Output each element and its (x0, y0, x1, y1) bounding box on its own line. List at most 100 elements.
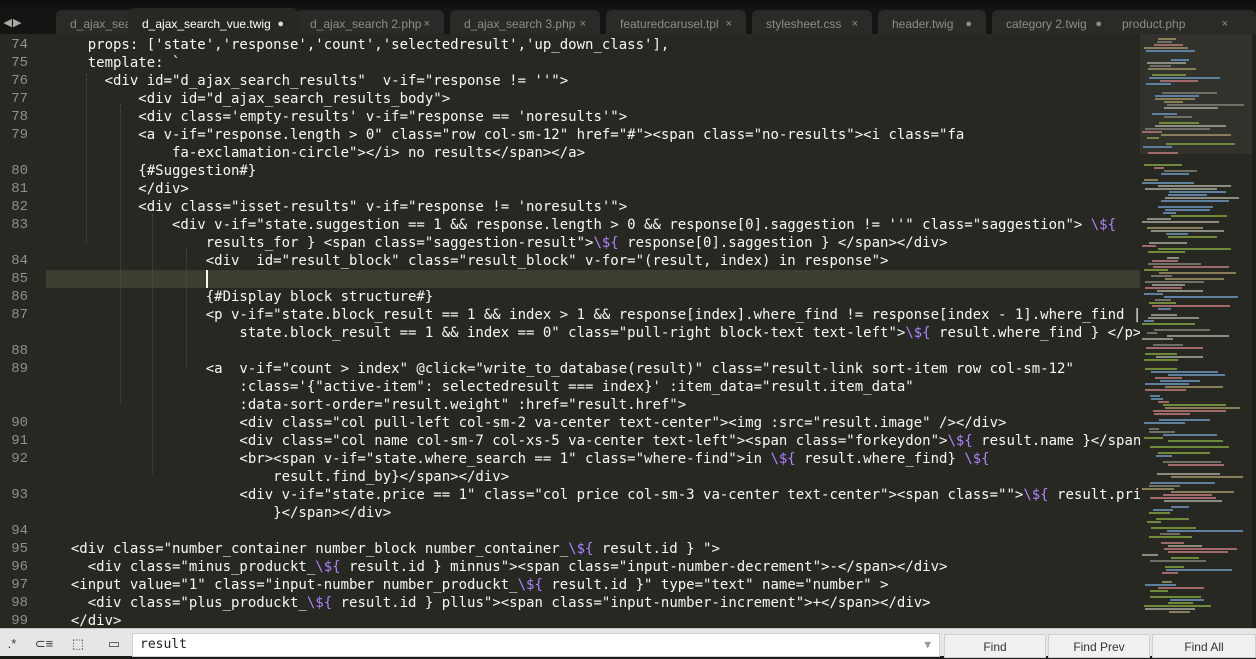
minimap-line (1163, 434, 1217, 436)
minimap-line (1164, 296, 1238, 298)
code-line[interactable]: {#Suggestion#} (54, 162, 256, 180)
minimap-line (1157, 473, 1220, 475)
code-editor[interactable]: 74 75 76 77 78 79 80 81 82 83 84 85 86 87 88 89 90 91 92 93… (0, 34, 1140, 628)
minimap-line (1157, 290, 1203, 292)
minimap-line (1144, 269, 1168, 271)
minimap-line (1144, 293, 1163, 295)
code-line[interactable]: <div class="col name col-sm-7 col-xs-5 v… (54, 432, 1140, 450)
indent-guide (86, 74, 88, 244)
code-line[interactable]: <div v-if="state.suggestion == 1 && resp… (54, 216, 1116, 234)
code-line[interactable]: template: ` (54, 54, 181, 72)
minimap-line (1142, 488, 1174, 490)
find-all-button[interactable]: Find All (1152, 634, 1256, 658)
code-line[interactable]: {#Display block structure#} (54, 288, 434, 306)
wrap-toggle-icon[interactable]: ⊂≡ (32, 634, 56, 654)
minimap-line (1142, 131, 1162, 133)
minimap-line (1158, 248, 1231, 250)
regex-toggle-icon[interactable]: .* (0, 634, 24, 654)
code-line[interactable]: <br><span v-if="state.where_search == 1"… (54, 450, 989, 468)
vertical-scrollbar[interactable] (1252, 34, 1256, 628)
line-number: 78 (11, 109, 28, 125)
minimap-line (1161, 200, 1229, 202)
code-line[interactable]: fa-exclamation-circle"></i> no results</… (54, 144, 585, 162)
code-token: result.id } "> (593, 541, 720, 557)
minimap-line (1168, 194, 1207, 196)
code-line[interactable]: :class='{"active-item": selectedresult =… (54, 378, 913, 396)
line-number: 84 (11, 253, 28, 269)
code-line[interactable]: results_for } <span class="saggestion-re… (54, 234, 948, 252)
minimap-line (1162, 572, 1178, 574)
code-line[interactable]: <input value="1" class="input-number num… (54, 576, 889, 594)
highlight-matches-toggle-icon[interactable]: ▭ (102, 634, 126, 654)
code-token: response[0].saggestion } </span></div> (618, 235, 948, 251)
minimap-line (1166, 233, 1188, 235)
minimap-line (1171, 557, 1199, 559)
find-prev-button[interactable]: Find Prev (1048, 634, 1150, 658)
minimap-line (1145, 584, 1176, 586)
minimap-line (1164, 116, 1192, 118)
minimap-line (1168, 545, 1202, 547)
minimap-line (1155, 98, 1195, 100)
code-line[interactable]: <div id="d_ajax_search_results_body"> (54, 90, 450, 108)
minimap-line (1150, 395, 1160, 397)
find-button[interactable]: Find (944, 634, 1046, 658)
minimap-line (1153, 509, 1173, 511)
find-input[interactable]: result ▼ (132, 633, 940, 657)
code-line[interactable]: <div class="minus_produckt_\${ result.id… (54, 558, 948, 576)
indent-guide (186, 248, 188, 368)
code-line[interactable]: <p v-if="state.block_result == 1 && inde… (54, 306, 1140, 324)
code-line[interactable]: <a v-if="response.length > 0" class="row… (54, 126, 964, 144)
minimap-line (1148, 152, 1178, 154)
minimap-line (1145, 368, 1177, 370)
code-line[interactable]: <div id="d_ajax_search_results" v-if="re… (54, 72, 569, 90)
minimap-line (1155, 95, 1199, 97)
minimap-line (1165, 197, 1239, 199)
minimap-line (1142, 221, 1219, 223)
line-number: 91 (11, 433, 28, 449)
minimap-line (1147, 332, 1157, 334)
minimap-line (1145, 281, 1204, 283)
code-line[interactable]: <div class="col pull-left col-sm-2 va-ce… (54, 414, 1006, 432)
minimap-line (1148, 251, 1185, 253)
code-line[interactable]: <div class="number_container number_bloc… (54, 540, 720, 558)
code-line[interactable]: <div id="result_block" class="result_blo… (54, 252, 889, 270)
tab-scroll-arrows[interactable]: ◀ ▶ (0, 12, 24, 34)
minimap-line (1145, 128, 1210, 130)
minimap-line (1160, 380, 1200, 382)
code-line[interactable]: <div class='empty-results' v-if="respons… (54, 108, 627, 126)
code-token: result.where_find } </p> (930, 325, 1140, 341)
code-line[interactable]: }</span></div> (54, 504, 391, 522)
minimap-line (1148, 317, 1199, 319)
minimap-viewport[interactable] (1140, 34, 1256, 154)
code-line[interactable]: </div> (54, 612, 122, 628)
code-line[interactable]: result.find_by}</span></div> (54, 468, 509, 486)
code-line[interactable]: state.block_result == 1 && index == 0" c… (54, 324, 1140, 342)
code-token: </div> (54, 613, 122, 628)
minimap-line (1163, 494, 1212, 496)
indent-guide (152, 214, 154, 474)
code-line[interactable]: <a v-if="count > index" @click="write_to… (54, 360, 1074, 378)
minimap-line (1144, 47, 1188, 49)
minimap-line (1161, 134, 1231, 136)
minimap-line (1158, 401, 1169, 403)
code-token: \${ (315, 559, 341, 575)
code-token: props: ['state','response','count','sele… (54, 37, 670, 53)
code-line[interactable]: <div class="plus_produckt_\${ result.id … (54, 594, 931, 612)
minimap-line (1156, 518, 1189, 520)
code-line[interactable]: :data-sort-order="result.weight" :href="… (54, 396, 686, 414)
minimap-line (1142, 323, 1195, 325)
minimap[interactable] (1140, 34, 1256, 628)
minimap-line (1149, 431, 1175, 433)
code-token: \${ (306, 595, 333, 611)
minimap-line (1154, 329, 1210, 331)
minimap-line (1153, 266, 1229, 268)
code-line[interactable]: <div class="isset-results" v-if="respons… (54, 198, 627, 216)
minimap-line (1150, 596, 1201, 598)
code-line[interactable]: props: ['state','response','count','sele… (54, 36, 670, 54)
code-line[interactable]: <div v-if="state.price == 1" class="col … (54, 486, 1140, 504)
in-selection-toggle-icon[interactable]: ⬚ (66, 634, 90, 654)
minimap-line (1162, 581, 1172, 583)
code-token: result.name }</span> (972, 433, 1140, 449)
code-token: result.where_find} (795, 451, 965, 467)
chevron-down-icon[interactable]: ▼ (924, 634, 931, 656)
